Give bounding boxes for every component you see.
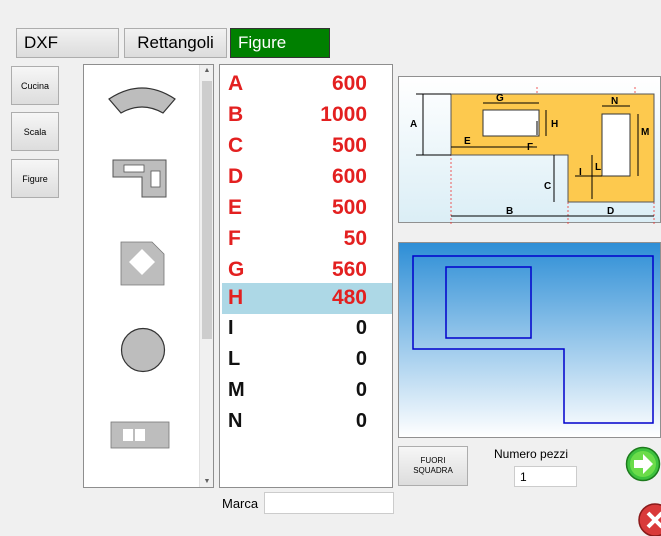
param-value: 0 [355,410,367,432]
parameter-list[interactable]: A 600 B 1000 C 500 D 600 E 500 F 50 G 560 H 480 … [219,64,393,488]
param-row[interactable]: B 1000 [222,100,392,131]
circle-shape-icon[interactable] [120,327,166,373]
param-value: 500 [331,134,367,157]
param-key: M [228,379,245,401]
param-row-selected[interactable]: H 480 [222,283,392,314]
close-icon [638,503,661,536]
param-value: 480 [331,286,367,309]
dim-label-h: H [551,119,558,130]
param-key: H [228,286,244,309]
param-key: A [228,72,244,95]
notched-rectangle-shape-icon[interactable] [112,159,168,199]
scroll-up-icon[interactable]: ▲ [200,67,214,74]
param-key: B [228,103,244,126]
scroll-down-icon[interactable]: ▼ [200,478,214,485]
tab-rettangoli-label: Rettangoli [137,33,214,52]
tab-rettangoli[interactable]: Rettangoli [124,28,227,58]
tab-dxf[interactable]: DXF [16,28,119,58]
tab-figure-label: Figure [238,33,287,52]
numero-pezzi-label: Numero pezzi [494,447,569,461]
param-value: 0 [355,348,367,370]
figure-label: Figure [22,173,48,184]
param-value: 600 [331,72,367,95]
param-row[interactable]: C 500 [222,131,392,162]
arrow-right-icon [625,446,661,482]
numero-pezzi-input[interactable]: 1 [514,466,577,487]
param-row[interactable]: F 50 [222,224,392,255]
param-row[interactable]: N0 [222,407,392,438]
dim-label-g: G [496,93,504,104]
param-key: L [228,348,241,370]
param-key: D [228,165,244,188]
param-value: 500 [331,196,367,219]
param-row[interactable]: D 600 [222,162,392,193]
param-value: 600 [331,165,367,188]
param-value: 1000 [320,103,367,126]
param-key: N [228,410,243,432]
param-value: 0 [355,379,367,401]
dim-label-e: E [464,136,471,147]
dim-label-i: I [579,167,582,178]
fuori-squadra-label-line1: FUORI [420,456,446,465]
param-key: I [228,317,234,339]
param-value: 50 [343,227,367,250]
param-row[interactable]: E 500 [222,193,392,224]
param-row[interactable]: L0 [222,345,392,376]
param-key: E [228,196,243,219]
dimension-diagram: A B C D E F G H I L M N [398,76,661,224]
marca-label: Marca [222,496,259,511]
dim-label-n: N [611,96,618,107]
cucina-label: Cucina [20,80,49,91]
param-row[interactable]: I0 [222,314,392,345]
cucina-button[interactable]: Cucina [11,66,59,105]
param-row[interactable]: G 560 [222,255,392,286]
fuori-squadra-label-line2: SQUADRA [413,466,453,475]
tab-dxf-label: DXF [24,33,58,52]
dim-label-a: A [410,119,417,130]
two-holes-shape-icon[interactable] [110,421,170,449]
param-value: 0 [355,317,367,339]
tab-figure[interactable]: Figure [230,28,330,58]
diamond-cutout-shape-icon[interactable] [120,241,165,286]
param-key: F [228,227,241,250]
dim-label-c: C [544,181,551,192]
scala-button[interactable]: Scala [11,112,59,151]
shapes-list[interactable]: ▲ ▼ [83,64,214,488]
param-key: G [228,258,245,281]
scala-label: Scala [23,126,47,137]
dim-label-f: F [527,142,533,153]
param-value: 560 [331,258,367,281]
fuori-squadra-button[interactable]: FUORI SQUADRA [398,446,468,486]
shape-preview [398,242,661,438]
arc-shape-icon[interactable] [107,79,177,117]
param-key: C [228,134,244,157]
close-button[interactable] [637,502,661,536]
dim-label-l: L [595,162,601,173]
figure-button[interactable]: Figure [11,159,59,198]
go-arrow-button[interactable] [625,446,661,482]
param-row[interactable]: M0 [222,376,392,407]
scrollbar-thumb[interactable] [202,81,212,339]
marca-input[interactable] [264,492,394,514]
dim-label-b: B [506,206,513,217]
dim-label-d: D [607,206,614,217]
param-row[interactable]: A 600 [222,69,392,100]
shapes-scrollbar[interactable]: ▲ ▼ [199,65,213,487]
dim-label-m: M [641,127,649,138]
